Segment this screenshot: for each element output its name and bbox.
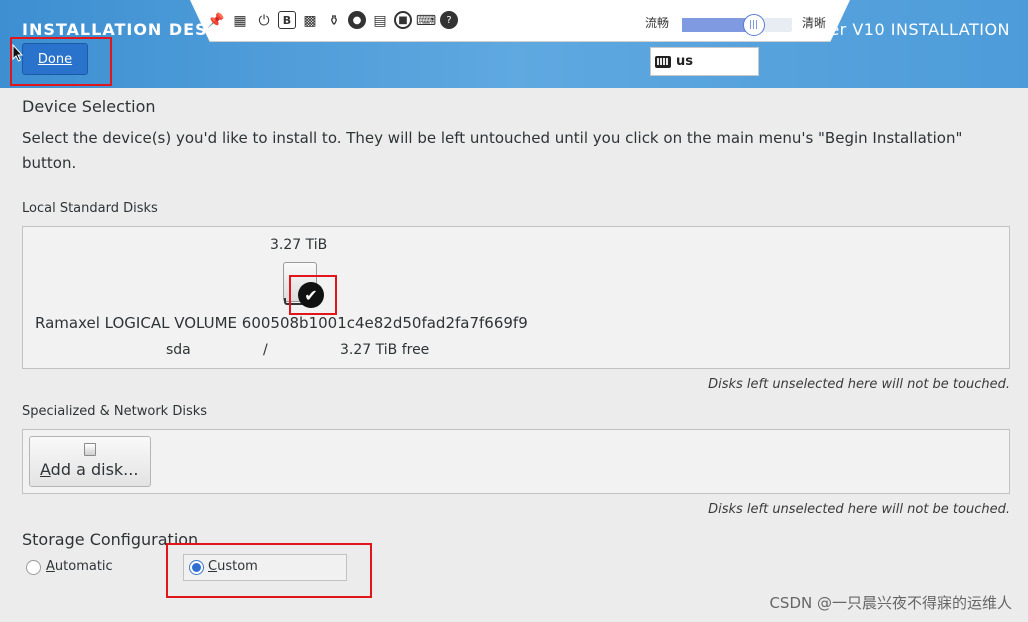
keyboard-icon (655, 55, 671, 68)
device-selection-description-cont: button. (22, 154, 77, 172)
disk-size: 3.27 TiB (270, 237, 328, 253)
disc-icon[interactable]: ● (348, 11, 366, 29)
network-disks-note: Disks left unselected here will not be t… (708, 502, 1010, 517)
keyboard-layout-label: us (676, 54, 693, 69)
record-icon[interactable]: ■ (394, 11, 412, 29)
virtual-keyboard-icon[interactable]: ⌨ (416, 11, 436, 31)
disk-name: Ramaxel LOGICAL VOLUME 600508b1001c4e82d… (35, 314, 528, 332)
disk-device: sda (166, 342, 191, 358)
highlight-custom (166, 543, 372, 598)
add-disk-button[interactable]: Add a disk... (29, 436, 151, 487)
disk-separator: / (263, 342, 268, 358)
power-icon[interactable]: ⏻ (254, 11, 274, 31)
watermark: CSDN @一只晨兴夜不得寐的运维人 (769, 594, 1012, 612)
mount-icon[interactable]: ⚱ (324, 11, 344, 31)
device-selection-title: Device Selection (22, 97, 156, 116)
network-disks-heading: Specialized & Network Disks (22, 404, 208, 419)
disk-free-space: 3.27 TiB free (340, 342, 430, 358)
quality-clear-label: 清晰 (802, 16, 827, 30)
highlight-disk-check (289, 275, 337, 315)
automatic-mnemonic: A (46, 559, 55, 574)
quality-smooth-label: 流畅 (645, 16, 670, 30)
disk-small-icon (84, 443, 96, 456)
highlight-done (10, 37, 112, 86)
pin-icon[interactable]: 📌 (206, 11, 226, 31)
help-icon[interactable]: ? (440, 11, 458, 29)
network-disks-panel (22, 429, 1010, 494)
b-icon[interactable]: B (278, 11, 296, 29)
local-disks-heading: Local Standard Disks (22, 201, 158, 216)
keyboard-layout-indicator[interactable]: us (650, 47, 759, 76)
product-title: ver V10 INSTALLATION (819, 20, 1010, 39)
toolbar-icons: 📌 ▦ ⏻ B ▩ ⚱ ● ▤ ■ ⌨ ? (206, 11, 458, 31)
automatic-label[interactable]: Automatic (46, 559, 113, 574)
fit-screen-icon[interactable]: ▦ (230, 11, 250, 31)
add-disk-mnemonic: A (40, 460, 51, 479)
mouse-cursor-icon (12, 44, 24, 62)
automatic-radio[interactable] (26, 560, 41, 575)
remote-console-toolbar: 📌 ▦ ⏻ B ▩ ⚱ ● ▤ ■ ⌨ ? 流畅 ||| 清晰 (190, 0, 850, 42)
keyboard-combo-icon[interactable]: ▩ (300, 11, 320, 31)
add-disk-label: Add a disk... (40, 460, 138, 479)
quality-slider[interactable]: ||| (682, 14, 792, 36)
floppy-icon[interactable]: ▤ (370, 11, 390, 31)
quality-slider-knob[interactable]: ||| (742, 14, 765, 36)
add-disk-label-rest: dd a disk... (50, 460, 139, 479)
local-disks-note: Disks left unselected here will not be t… (708, 377, 1010, 392)
automatic-label-rest: utomatic (54, 559, 113, 574)
device-selection-description: Select the device(s) you'd like to insta… (22, 129, 963, 147)
